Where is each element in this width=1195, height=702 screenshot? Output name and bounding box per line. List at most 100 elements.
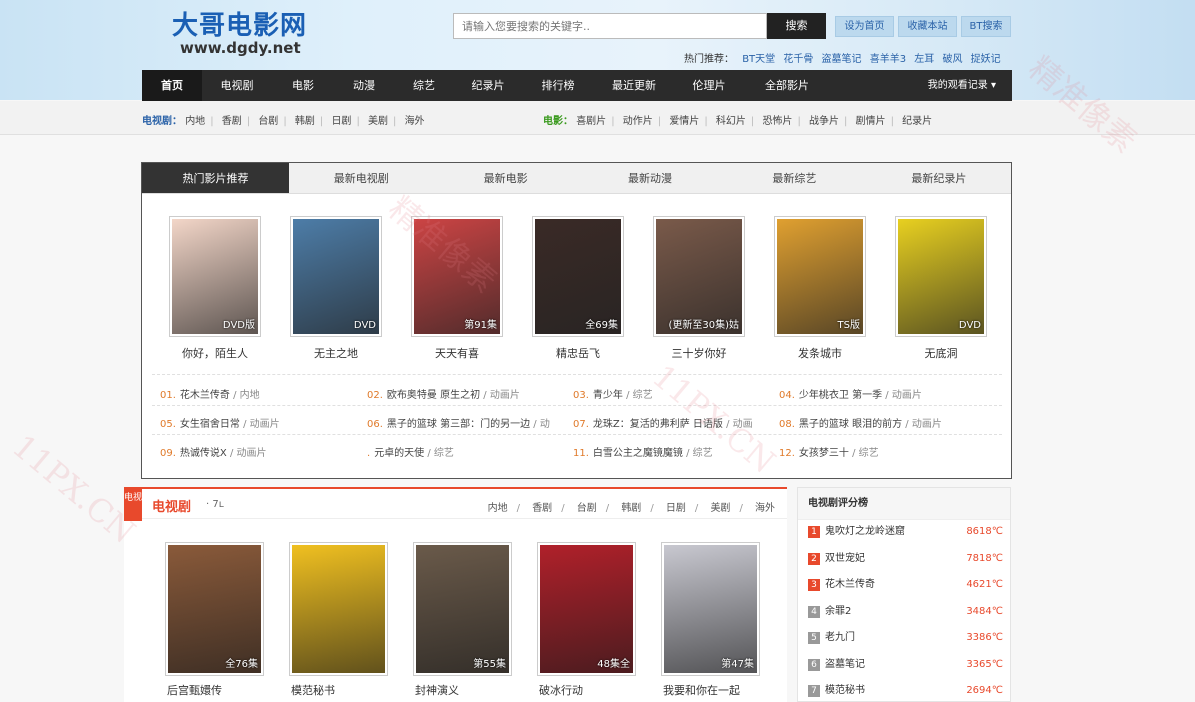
list-title[interactable]: 龙珠Z：复活的弗利萨 日语版 (593, 419, 723, 430)
list-title[interactable]: 青少年 (593, 390, 623, 401)
rank-title[interactable]: 余罪2 (825, 602, 851, 622)
movie-title[interactable]: 三十岁你好 (653, 345, 745, 361)
hot-link[interactable]: 破风 (942, 54, 962, 65)
nav-tv[interactable]: 电视剧 (202, 70, 272, 101)
list-title[interactable]: 元卓的天使 (374, 448, 424, 459)
tv-section-title[interactable]: 电视剧 (152, 496, 191, 515)
hot-movie-card[interactable]: DVD 无底洞 (895, 216, 987, 361)
ranking-row[interactable]: 4 余罪2 3484℃ (808, 602, 1003, 622)
hot-list-item[interactable]: 08. 黑子的篮球 眼泪的前方 / 动画片 (779, 415, 942, 430)
nav-all[interactable]: 全部影片 (744, 70, 830, 101)
rank-title[interactable]: 鬼吹灯之龙岭迷窟 (825, 522, 905, 542)
tv-category-link[interactable]: 日剧 (331, 116, 351, 127)
list-category[interactable]: 综艺 (434, 448, 454, 459)
tab-latest-movie[interactable]: 最新电影 (433, 163, 577, 193)
hot-link[interactable]: 盗墓笔记 (822, 54, 862, 65)
tv-section-link[interactable]: 日剧 (666, 503, 686, 514)
movie-category-link[interactable]: 科幻片 (716, 116, 746, 127)
movie-title[interactable]: 天天有喜 (411, 345, 503, 361)
rank-title[interactable]: 盗墓笔记 (825, 655, 865, 675)
list-title[interactable]: 白雪公主之魔镜魔镜 (593, 448, 683, 459)
movie-poster[interactable] (289, 542, 388, 676)
movie-title[interactable]: 破冰行动 (537, 682, 636, 698)
hot-list-item[interactable]: 05. 女生宿舍日常 / 动画片 (160, 415, 280, 430)
hot-list-item[interactable]: 04. 少年桃衣卫 第一季 / 动画片 (779, 386, 922, 401)
rank-title[interactable]: 模范秘书 (825, 681, 865, 701)
tv-movie-card[interactable]: 48集全破冰行动 (537, 542, 636, 698)
movie-category-link[interactable]: 爱情片 (669, 116, 699, 127)
movie-category-link[interactable]: 纪录片 (902, 116, 932, 127)
list-title[interactable]: 黑子的篮球 第三部：门的另一边 (387, 419, 530, 430)
ranking-row[interactable]: 6 盗墓笔记 3365℃ (808, 655, 1003, 675)
movie-poster[interactable]: 第91集 (411, 216, 503, 337)
movie-title[interactable]: 模范秘书 (289, 682, 388, 698)
tv-category-link[interactable]: 内地 (185, 116, 205, 127)
movie-poster[interactable]: TS版 (774, 216, 866, 337)
hot-movie-card[interactable]: TS版 发条城市 (774, 216, 866, 361)
movie-poster[interactable]: DVD版 (169, 216, 261, 337)
tv-movie-card[interactable]: 第47集 我要和你在一起 (661, 542, 760, 698)
hot-movie-card[interactable]: DVD 无主之地 (290, 216, 382, 361)
nav-anime[interactable]: 动漫 (334, 70, 394, 101)
tv-section-link[interactable]: 内地 (488, 503, 508, 514)
hot-movie-card[interactable]: (更新至30集)姑三十岁你好 (653, 216, 745, 361)
hot-movie-card[interactable]: DVD版你好，陌生人 (169, 216, 261, 361)
tv-section-link[interactable]: 美剧 (710, 503, 730, 514)
bookmark-button[interactable]: 收藏本站 (898, 16, 957, 37)
movie-category-link[interactable]: 战争片 (809, 116, 839, 127)
nav-home[interactable]: 首页 (142, 70, 202, 101)
search-input[interactable] (453, 13, 767, 39)
movie-category-link[interactable]: 动作片 (623, 116, 653, 127)
nav-latest[interactable]: 最近更新 (594, 70, 674, 101)
list-category[interactable]: 动画片 (912, 419, 942, 430)
ranking-row[interactable]: 2 双世宠妃 7818℃ (808, 549, 1003, 569)
hot-link[interactable]: 左耳 (914, 54, 934, 65)
ranking-row[interactable]: 3 花木兰传奇 4621℃ (808, 575, 1003, 595)
nav-ethics[interactable]: 伦理片 (674, 70, 744, 101)
movie-title[interactable]: 我要和你在一起 (661, 682, 760, 698)
nav-movie[interactable]: 电影 (272, 70, 334, 101)
list-category[interactable]: 综艺 (859, 448, 879, 459)
rank-title[interactable]: 老九门 (825, 628, 855, 648)
movie-title[interactable]: 无主之地 (290, 345, 382, 361)
movie-category-link[interactable]: 剧情片 (856, 116, 886, 127)
list-category[interactable]: 动画 (733, 419, 753, 430)
movie-category-link[interactable]: 恐怖片 (762, 116, 792, 127)
watch-history-menu[interactable]: 我的观看记录 ▾ (928, 70, 996, 101)
search-button[interactable]: 搜索 (767, 13, 826, 39)
movie-poster[interactable]: 48集全 (537, 542, 636, 676)
movie-poster[interactable]: (更新至30集)姑 (653, 216, 745, 337)
list-category[interactable]: 内地 (240, 390, 260, 401)
list-title[interactable]: 女孩梦三十 (799, 448, 849, 459)
tv-category-link[interactable]: 台剧 (258, 116, 278, 127)
list-category[interactable]: 综艺 (693, 448, 713, 459)
hot-movie-card[interactable]: 第91集天天有喜 (411, 216, 503, 361)
hot-list-item[interactable]: 11. 白雪公主之魔镜魔镜 / 综艺 (573, 444, 713, 459)
list-category[interactable]: 动 (540, 419, 550, 430)
tab-hot[interactable]: 热门影片推荐 (142, 163, 289, 193)
ranking-row[interactable]: 5 老九门 3386℃ (808, 628, 1003, 648)
movie-title[interactable]: 你好，陌生人 (169, 345, 261, 361)
list-title[interactable]: 女生宿舍日常 (180, 419, 240, 430)
hot-list-item[interactable]: . 元卓的天使 / 综艺 (367, 444, 454, 459)
tv-section-link[interactable]: 韩剧 (621, 503, 641, 514)
hot-link[interactable]: 捉妖记 (971, 54, 1001, 65)
ranking-row[interactable]: 7 模范秘书 2694℃ (808, 681, 1003, 701)
bt-search-button[interactable]: BT搜索 (961, 16, 1011, 37)
tab-latest-variety[interactable]: 最新综艺 (722, 163, 866, 193)
list-title[interactable]: 黑子的篮球 眼泪的前方 (799, 419, 902, 430)
tv-movie-card[interactable]: 全76集 后宫甄嬛传 (165, 542, 264, 698)
hot-link[interactable]: 喜羊羊3 (870, 54, 906, 65)
tv-movie-card[interactable]: 模范秘书 (289, 542, 388, 698)
hot-link[interactable]: BT天堂 (742, 54, 775, 65)
list-category[interactable]: 动画片 (490, 390, 520, 401)
hot-list-item[interactable]: 12. 女孩梦三十 / 综艺 (779, 444, 879, 459)
tab-latest-tv[interactable]: 最新电视剧 (289, 163, 433, 193)
tv-section-link[interactable]: 香剧 (532, 503, 552, 514)
movie-title[interactable]: 封神演义 (413, 682, 512, 698)
rank-title[interactable]: 花木兰传奇 (825, 575, 875, 595)
nav-variety[interactable]: 综艺 (394, 70, 454, 101)
hot-list-item[interactable]: 03. 青少年 / 综艺 (573, 386, 653, 401)
list-category[interactable]: 动画片 (237, 448, 267, 459)
ranking-row[interactable]: 1 鬼吹灯之龙岭迷窟 8618℃ (808, 522, 1003, 542)
